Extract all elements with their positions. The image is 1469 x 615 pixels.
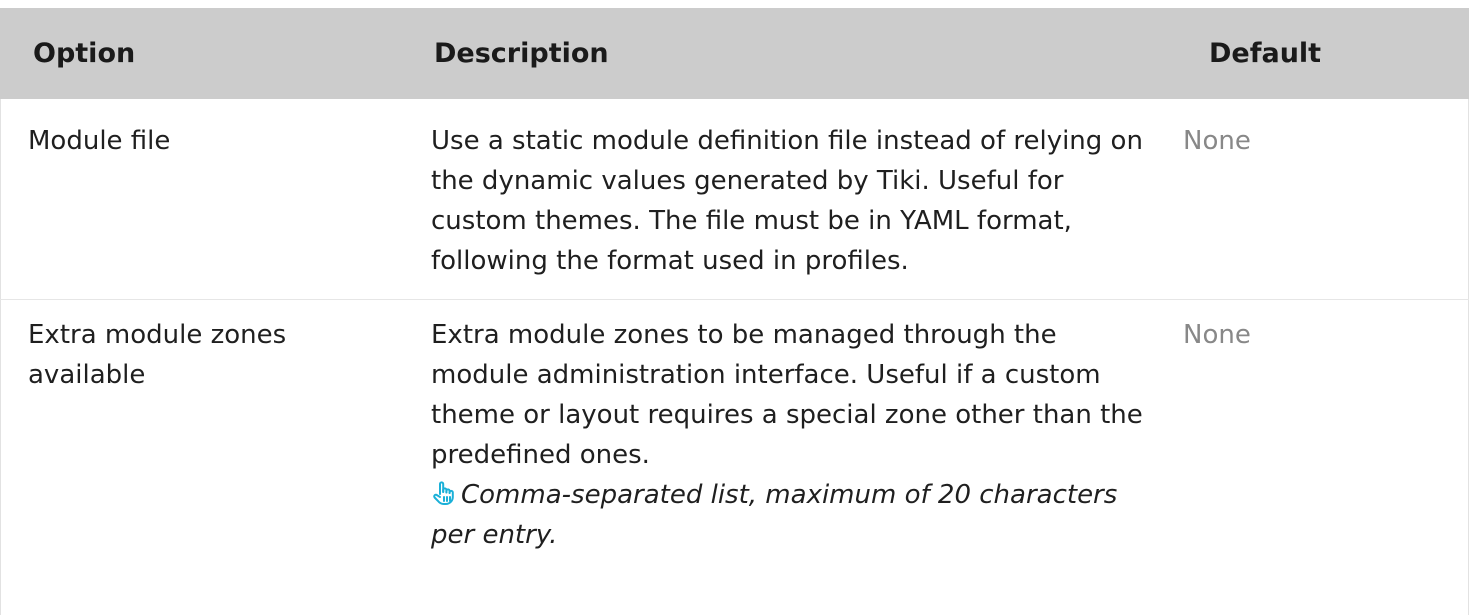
table-body: Module file Use a static module definiti… bbox=[0, 99, 1469, 555]
option-hint-text: Comma-separated list, maximum of 20 char… bbox=[431, 480, 1118, 550]
header-description: Description bbox=[403, 8, 1178, 99]
option-description: Use a static module definition file inst… bbox=[431, 126, 1143, 276]
option-default: None bbox=[1183, 320, 1251, 350]
option-default: None bbox=[1183, 126, 1251, 156]
option-name: Module file bbox=[28, 126, 171, 156]
header-option: Option bbox=[0, 8, 403, 99]
option-hint: Comma-separated list, maximum of 20 char… bbox=[431, 475, 1148, 555]
header-row: Option Description Default bbox=[0, 8, 1469, 99]
table-header: Option Description Default bbox=[0, 8, 1469, 99]
table-row: Module file Use a static module definiti… bbox=[0, 99, 1469, 300]
option-name: Extra module zones available bbox=[28, 320, 287, 390]
table-row: Extra module zones available Extra modul… bbox=[0, 300, 1469, 556]
pointing-hand-icon bbox=[433, 481, 454, 505]
header-default: Default bbox=[1178, 8, 1469, 99]
option-description-cell: Extra module zones to be managed through… bbox=[403, 300, 1178, 556]
preferences-table: Option Description Default Module file U… bbox=[0, 8, 1469, 555]
option-description: Extra module zones to be managed through… bbox=[431, 320, 1143, 470]
